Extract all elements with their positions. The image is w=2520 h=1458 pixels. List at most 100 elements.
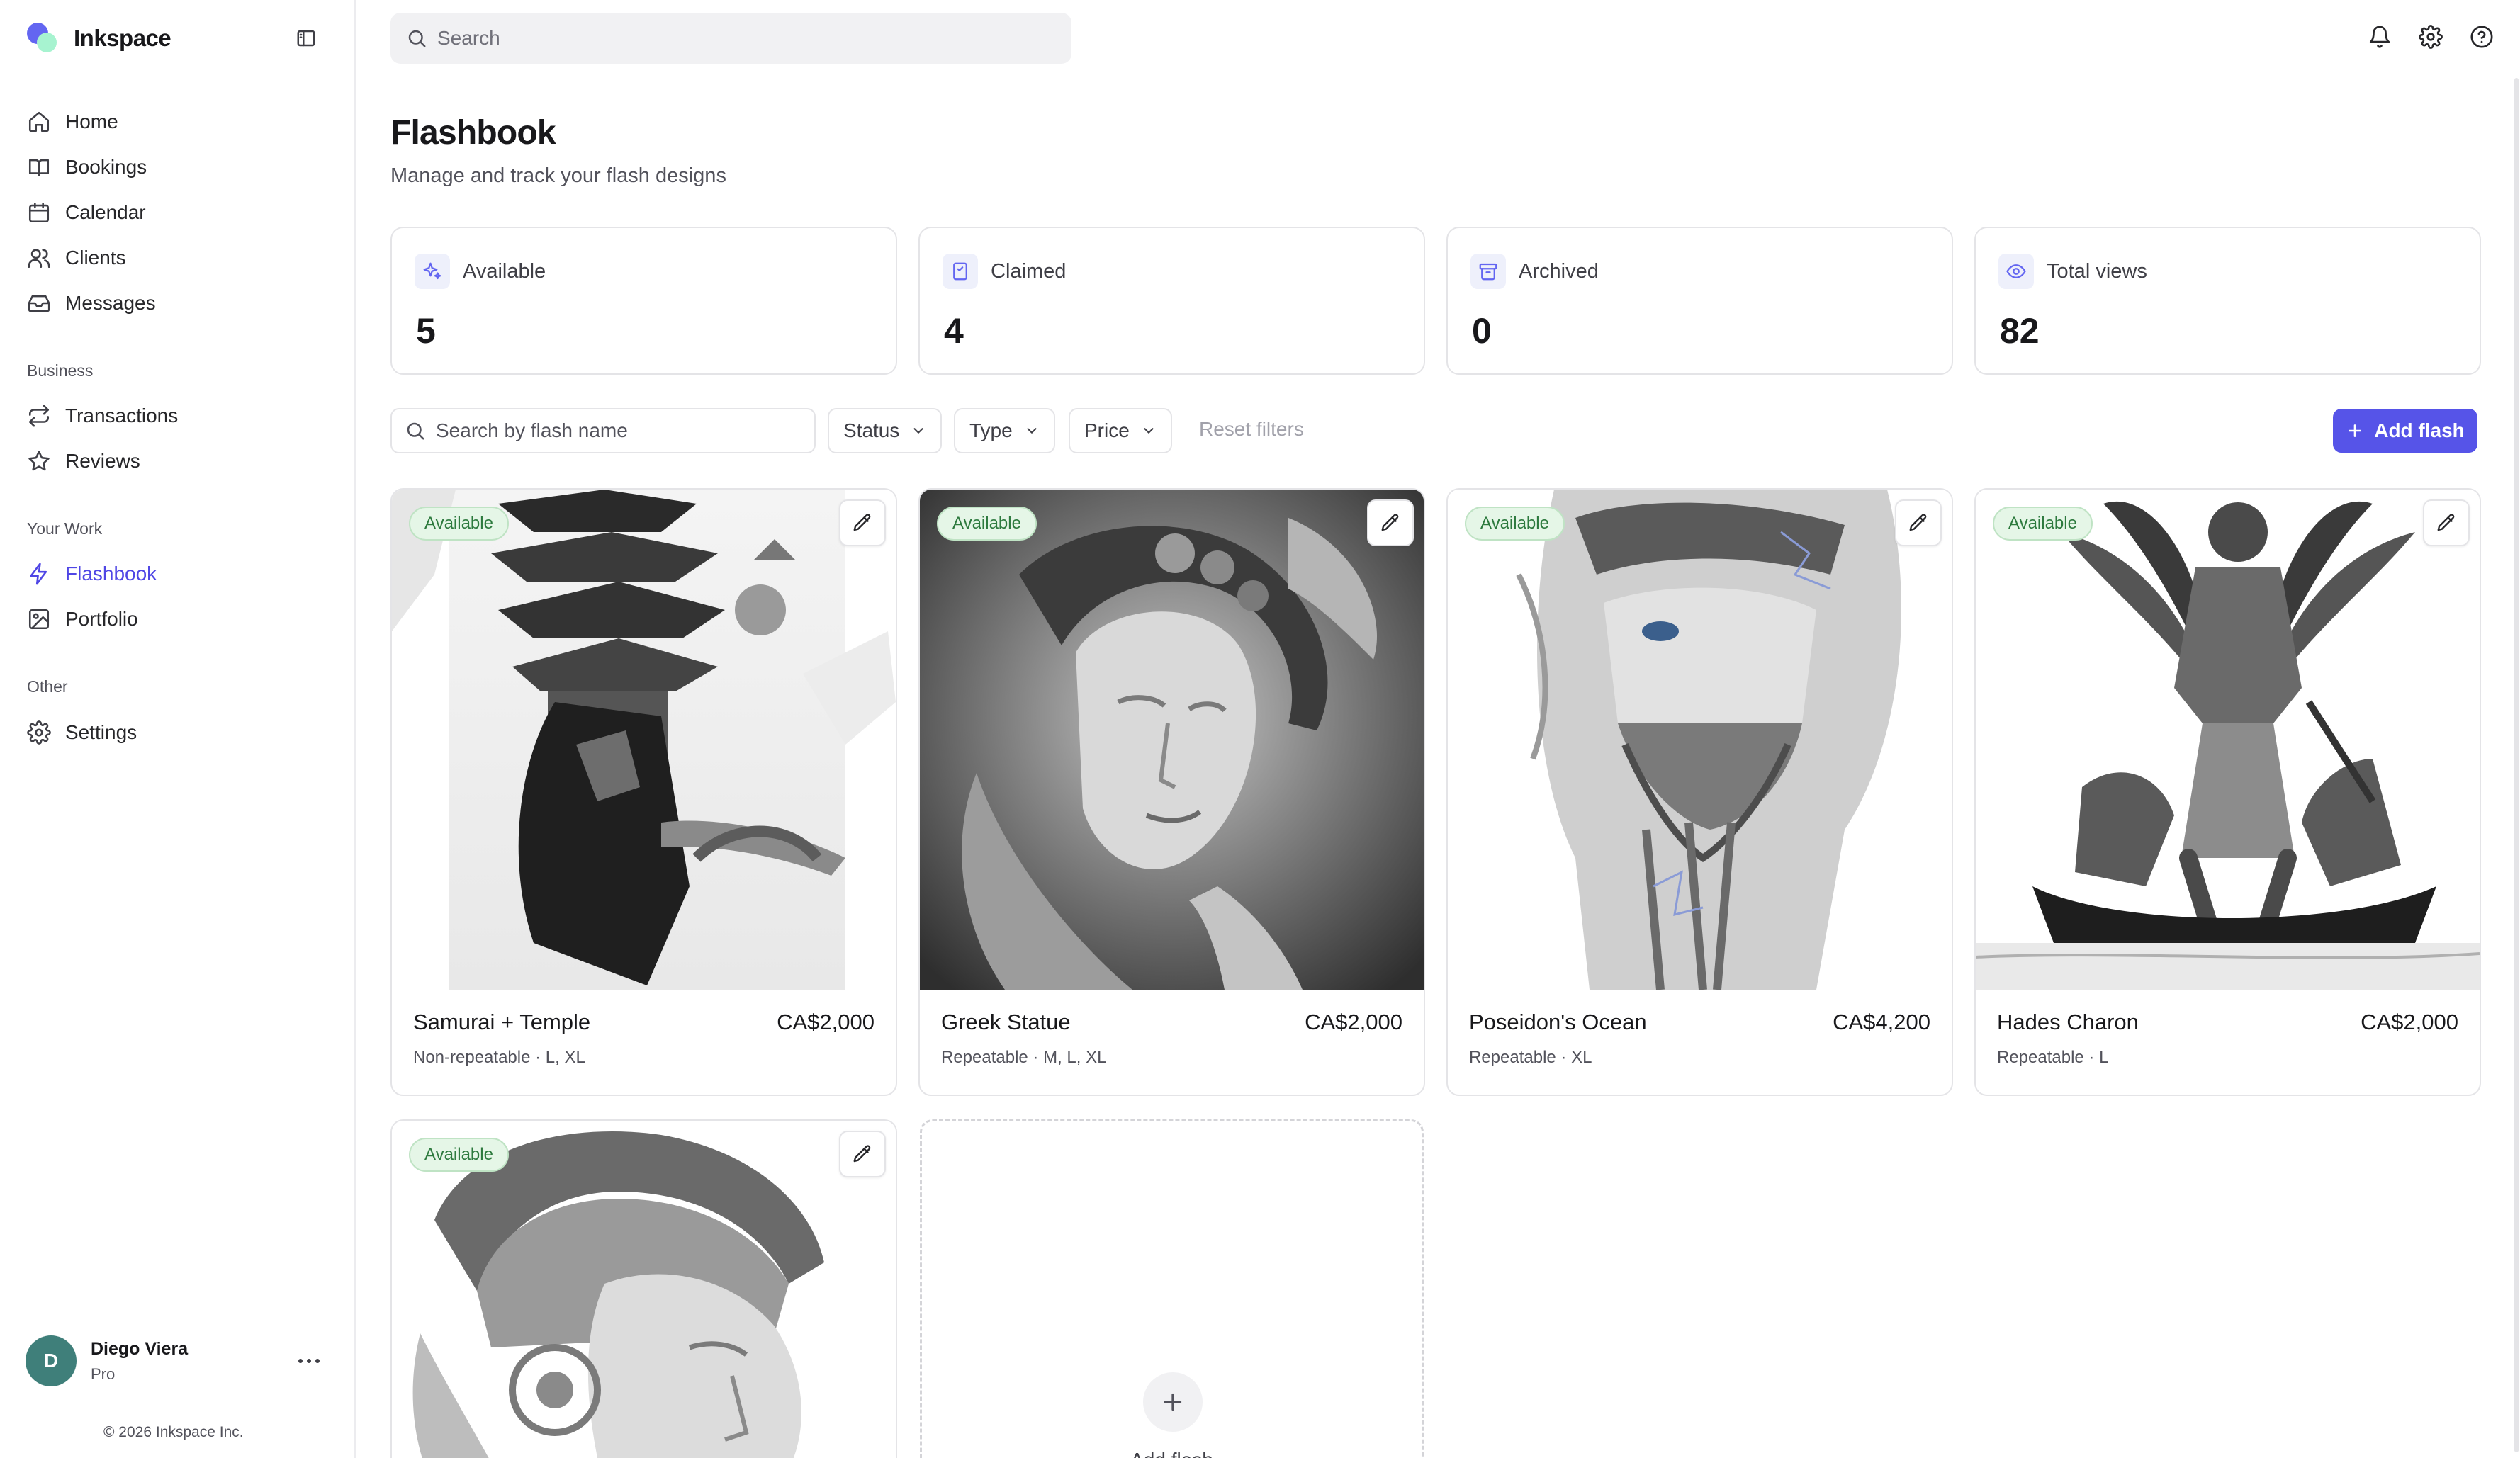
pencil-icon (2437, 514, 2455, 531)
edit-button[interactable] (839, 1131, 886, 1177)
image-icon (28, 609, 50, 630)
flash-meta: Non-repeatable · L, XL (413, 1048, 585, 1067)
flash-meta: Repeatable · XL (1469, 1048, 1592, 1067)
status-filter-label: Status (843, 419, 900, 441)
flash-card[interactable]: Available Greek Statue CA$2,000 Repeatab… (918, 488, 1425, 1096)
page-title: Flashbook (390, 114, 556, 152)
flash-name: Samurai + Temple (413, 1010, 591, 1034)
stat-value: 0 (1472, 311, 1492, 351)
nav-section-business: Business (27, 361, 94, 380)
search-icon (408, 30, 426, 47)
pencil-icon (853, 1145, 871, 1163)
inbox-icon (28, 295, 50, 312)
sidebar-item-flashbook[interactable]: Flashbook (27, 555, 157, 592)
type-filter[interactable]: Type (954, 408, 1055, 453)
add-flash-card-label: Add flash (922, 1449, 1422, 1458)
pencil-icon (1909, 514, 1927, 531)
status-badge: Available (1993, 507, 2093, 541)
sparkles-icon (415, 254, 450, 289)
flash-name: Poseidon's Ocean (1469, 1010, 1647, 1034)
add-flash-card[interactable]: Add flash (920, 1119, 1424, 1458)
stat-label: Claimed (991, 259, 1067, 283)
sidebar-item-calendar[interactable]: Calendar (27, 194, 146, 231)
flash-card[interactable]: Available (390, 1119, 897, 1458)
flash-image[interactable] (392, 490, 896, 990)
stat-value: 4 (944, 311, 964, 351)
brand-name: Inkspace (74, 25, 171, 51)
flash-image[interactable] (1976, 490, 2480, 990)
nav-section-other: Other (27, 677, 68, 696)
home-icon (28, 111, 50, 132)
star-icon (28, 451, 50, 471)
sidebar-item-home[interactable]: Home (27, 103, 118, 140)
scrollbar[interactable] (2514, 78, 2519, 1452)
flash-meta: Repeatable · L (1997, 1048, 2109, 1067)
edit-button[interactable] (839, 499, 886, 546)
edit-button[interactable] (2423, 499, 2470, 546)
add-flash-button[interactable]: Add flash (2333, 409, 2477, 453)
bell-icon[interactable] (2367, 24, 2392, 50)
user-plan: Pro (91, 1364, 116, 1383)
sidebar-item-label: Clients (65, 247, 126, 269)
stat-card-archived: Archived 0 (1446, 227, 1953, 375)
flash-meta: Repeatable · M, L, XL (941, 1048, 1107, 1067)
topbar-actions (2367, 24, 2494, 50)
plus-icon (2349, 424, 2362, 437)
flash-price: CA$4,200 (1833, 1010, 1930, 1034)
eye-icon (1998, 254, 2034, 289)
status-badge: Available (1465, 507, 1565, 541)
sidebar-item-label: Home (65, 111, 118, 132)
sidebar-item-label: Transactions (65, 405, 179, 426)
stat-value: 82 (2000, 311, 2040, 351)
flash-search[interactable] (390, 408, 816, 453)
sidebar-item-label: Settings (65, 721, 137, 743)
status-badge: Available (937, 507, 1037, 541)
sidebar-item-settings[interactable]: Settings (27, 714, 137, 751)
flash-price: CA$2,000 (2361, 1010, 2458, 1034)
flash-price: CA$2,000 (1305, 1010, 1402, 1034)
sidebar: Inkspace Home Bookings Calendar Clients … (0, 0, 356, 1458)
reset-filters-button[interactable]: Reset filters (1199, 418, 1304, 441)
sidebar-item-messages[interactable]: Messages (27, 285, 156, 322)
flash-card[interactable]: Available Samurai + Temple CA$2,000 Non-… (390, 488, 897, 1096)
sidebar-item-label: Reviews (65, 450, 140, 472)
search-icon (407, 422, 424, 440)
global-search[interactable] (390, 13, 1071, 64)
transfer-arrows-icon (28, 405, 50, 427)
chevron-down-icon (1144, 428, 1154, 434)
avatar: D (26, 1335, 77, 1386)
bookmark-icon (943, 254, 978, 289)
flash-image[interactable] (920, 490, 1424, 990)
sidebar-item-transactions[interactable]: Transactions (27, 397, 178, 434)
sidebar-item-label: Messages (65, 292, 156, 314)
sidebar-item-clients[interactable]: Clients (27, 239, 126, 276)
archive-icon (1470, 254, 1506, 289)
gear-icon[interactable] (2418, 24, 2443, 50)
calendar-icon (28, 202, 50, 223)
search-input[interactable] (437, 27, 1004, 50)
flash-card[interactable]: Available Poseidon's Ocean CA$4,200 Repe… (1446, 488, 1953, 1096)
more-horizontal-icon[interactable] (295, 1350, 323, 1372)
sidebar-toggle-icon[interactable] (293, 26, 319, 51)
stat-label: Total views (2047, 259, 2147, 283)
flash-image[interactable] (1448, 490, 1952, 990)
price-filter[interactable]: Price (1069, 408, 1172, 453)
brand[interactable]: Inkspace (27, 21, 171, 55)
sidebar-item-bookings[interactable]: Bookings (27, 149, 147, 186)
sidebar-item-portfolio[interactable]: Portfolio (27, 601, 138, 638)
user-profile[interactable]: D Diego Viera Pro (26, 1335, 323, 1387)
chevron-down-icon (913, 428, 923, 434)
edit-button[interactable] (1895, 499, 1942, 546)
help-circle-icon[interactable] (2469, 24, 2494, 50)
chevron-down-icon (1027, 428, 1037, 434)
edit-button[interactable] (1367, 499, 1414, 546)
flash-search-input[interactable] (436, 419, 804, 442)
flash-name: Greek Statue (941, 1010, 1071, 1034)
status-filter[interactable]: Status (828, 408, 943, 453)
type-filter-label: Type (969, 419, 1013, 441)
sidebar-item-reviews[interactable]: Reviews (27, 443, 140, 480)
flash-card[interactable]: Available Hades Charon CA$2,000 Repeatab… (1974, 488, 2481, 1096)
status-badge: Available (409, 1138, 509, 1172)
user-name: Diego Viera (91, 1338, 189, 1359)
flash-name: Hades Charon (1997, 1010, 2139, 1034)
